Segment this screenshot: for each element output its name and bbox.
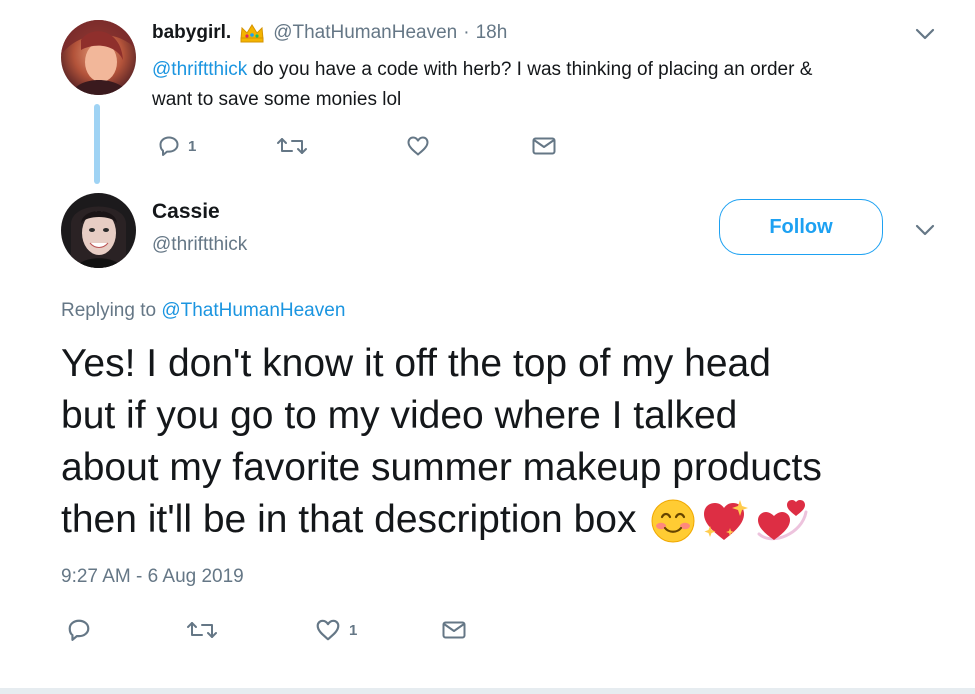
smiling-blushing-emoji-icon <box>650 497 696 543</box>
crown-icon <box>239 23 265 43</box>
main-dm-button[interactable] <box>441 618 467 642</box>
parent-more-button[interactable] <box>914 26 936 42</box>
envelope-icon <box>532 137 556 155</box>
parent-handle[interactable]: @ThatHumanHeaven <box>273 22 457 44</box>
parent-mention-link[interactable]: @thriftthick <box>152 59 247 80</box>
reply-icon <box>68 619 90 641</box>
chevron-down-icon <box>915 224 935 236</box>
parent-like-button[interactable] <box>406 134 430 158</box>
replying-to: Replying to @ThatHumanHeaven <box>61 300 345 322</box>
main-handle[interactable]: @thriftthick <box>152 234 247 256</box>
main-like-count: 1 <box>349 621 358 639</box>
revolving-hearts-emoji-icon <box>754 494 810 546</box>
parent-reply-count: 1 <box>188 137 197 155</box>
parent-display-name[interactable]: babygirl. <box>152 22 231 44</box>
main-avatar-image <box>61 193 136 268</box>
main-text-line: about my favorite summer makeup products <box>61 446 822 489</box>
parent-text-line1: do you have a code with herb? I was thin… <box>247 59 813 80</box>
parent-avatar-image <box>61 20 136 95</box>
main-tweet: Cassie @thriftthick Follow Replying to @… <box>0 190 975 694</box>
heart-icon <box>316 619 340 641</box>
main-text-line: but if you go to my video where I talked <box>61 394 738 437</box>
main-tweet-text: Yes! I don't know it off the top of my h… <box>61 338 961 546</box>
main-text-line: Yes! I don't know it off the top of my h… <box>61 342 771 385</box>
tweet-timestamp[interactable]: 9:27 AM - 6 Aug 2019 <box>61 566 244 588</box>
thread-line <box>94 104 100 184</box>
reply-icon <box>159 136 179 156</box>
parent-reply-button[interactable]: 1 <box>158 134 196 158</box>
sparkling-heart-emoji-icon <box>700 496 752 544</box>
main-retweet-button[interactable] <box>185 618 219 642</box>
parent-tweet-text: @thriftthick do you have a code with her… <box>152 55 952 115</box>
envelope-icon <box>442 621 466 639</box>
chevron-down-icon <box>915 28 935 40</box>
heart-icon <box>407 136 429 156</box>
parent-time[interactable]: 18h <box>476 22 508 44</box>
main-reply-button[interactable] <box>67 618 91 642</box>
parent-avatar[interactable] <box>61 20 136 95</box>
parent-tweet[interactable]: babygirl. @ThatHumanHeaven · 18h @thrift… <box>0 0 975 190</box>
main-avatar[interactable] <box>61 193 136 268</box>
retweet-icon <box>277 138 307 154</box>
main-more-button[interactable] <box>914 222 936 238</box>
parent-retweet-button[interactable] <box>275 134 309 158</box>
replying-to-label: Replying to <box>61 300 162 321</box>
main-display-name[interactable]: Cassie <box>152 200 220 224</box>
main-text-line: then it'll be in that description box <box>61 498 637 541</box>
parent-text-line2: want to save some monies lol <box>152 89 402 110</box>
parent-separator: · <box>463 22 470 43</box>
main-like-button[interactable]: 1 <box>315 618 357 642</box>
bottom-divider <box>0 688 975 694</box>
follow-button[interactable]: Follow <box>719 199 883 255</box>
retweet-icon <box>187 622 217 638</box>
parent-dm-button[interactable] <box>531 134 557 158</box>
replying-to-link[interactable]: @ThatHumanHeaven <box>161 300 345 321</box>
